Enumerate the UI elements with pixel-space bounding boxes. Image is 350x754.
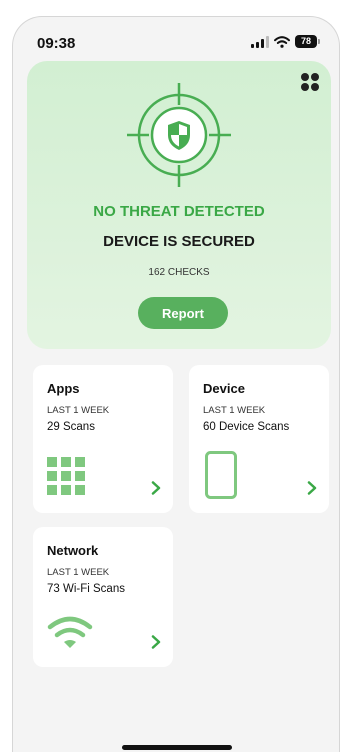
status-icons: 78 — [251, 35, 320, 48]
apps-card-scans: 29 Scans — [47, 421, 95, 433]
network-card-scans: 73 Wi-Fi Scans — [47, 583, 125, 595]
shield-target-icon — [127, 83, 231, 187]
threat-status: NO THREAT DETECTED — [93, 203, 265, 220]
checks-count: 162 CHECKS — [148, 267, 210, 278]
network-card-title: Network — [47, 543, 99, 558]
chevron-right-icon — [307, 481, 317, 495]
app-screen: 09:38 78 NO THREAT DETECTED DEVICE IS SE… — [12, 16, 340, 752]
signal-icon — [251, 35, 269, 48]
app-grid-icon — [47, 457, 85, 495]
status-bar: 09:38 78 — [13, 17, 339, 65]
grid-menu-icon[interactable] — [301, 73, 319, 91]
device-card[interactable]: Device LAST 1 WEEK 60 Device Scans — [189, 365, 329, 513]
device-card-period: LAST 1 WEEK — [203, 405, 266, 416]
wifi-status-icon — [274, 35, 290, 48]
network-card[interactable]: Network LAST 1 WEEK 73 Wi-Fi Scans — [33, 527, 173, 667]
status-time: 09:38 — [37, 35, 76, 52]
phone-frame: 09:38 78 NO THREAT DETECTED DEVICE IS SE… — [0, 0, 350, 754]
apps-card-period: LAST 1 WEEK — [47, 405, 110, 416]
device-card-scans: 60 Device Scans — [203, 421, 290, 433]
apps-card[interactable]: Apps LAST 1 WEEK 29 Scans — [33, 365, 173, 513]
phone-icon — [205, 451, 237, 499]
wifi-icon — [47, 616, 93, 648]
device-card-title: Device — [203, 381, 245, 396]
home-indicator[interactable] — [122, 745, 232, 750]
chevron-right-icon — [151, 481, 161, 495]
network-card-period: LAST 1 WEEK — [47, 567, 110, 578]
device-status: DEVICE IS SECURED — [103, 233, 255, 250]
report-button[interactable]: Report — [138, 297, 228, 329]
battery-icon: 78 — [295, 35, 320, 48]
security-status-panel: NO THREAT DETECTED DEVICE IS SECURED 162… — [27, 61, 331, 349]
chevron-right-icon — [151, 635, 161, 649]
apps-card-title: Apps — [47, 381, 80, 396]
